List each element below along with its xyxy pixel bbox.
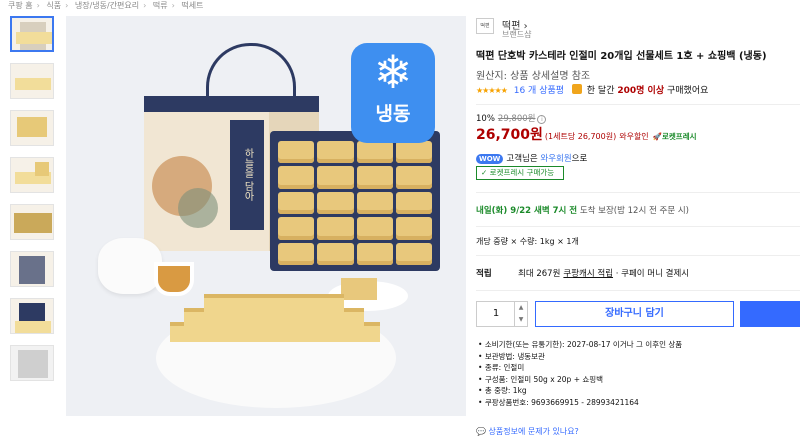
wow-member-row: WOW 고객님은 와우회원으로	[476, 152, 587, 164]
reward-amount: 최대 267원	[518, 269, 561, 279]
spec-item: 보관방법: 냉동보관	[478, 351, 682, 363]
bag-label: 하늘을 담아	[230, 120, 264, 230]
option-weight-quantity: 개당 중량 × 수량: 1kg × 1개	[476, 237, 579, 246]
breadcrumb: 쿠팡 홈 › 식품 › 냉장/냉동/간편요리 › 떡류 › 떡세트	[8, 1, 204, 10]
fire-icon	[571, 84, 582, 94]
breadcrumb-item[interactable]: 식품	[46, 1, 61, 10]
discount-rate: 10%	[476, 114, 495, 124]
final-price: 26,700원	[476, 127, 543, 143]
wow-badge: WOW	[476, 154, 504, 164]
buy-now-button[interactable]	[740, 301, 800, 327]
breadcrumb-item[interactable]: 냉장/냉동/간편요리	[75, 1, 139, 10]
thumbnail-6[interactable]	[10, 251, 54, 287]
rocket-fresh-available-badge[interactable]: ✓ 로켓프레시 구매가능	[476, 166, 564, 180]
frozen-label: 냉동	[375, 103, 411, 125]
thumbnail-1[interactable]	[10, 16, 54, 52]
delivery-info: 내일(화) 9/22 새벽 7시 전 도착 보장(밤 12시 전 주문 시)	[476, 204, 689, 216]
quantity-stepper[interactable]: 1 ▲ ▼	[476, 301, 528, 327]
report-issue-link[interactable]: 💬 상품정보에 문제가 있나요?	[476, 426, 579, 437]
quantity-input[interactable]: 1	[477, 302, 515, 326]
breadcrumb-item[interactable]: 떡류	[153, 1, 168, 10]
frozen-badge: ❄ 냉동	[351, 43, 435, 143]
snowflake-icon: ❄	[373, 45, 413, 99]
original-price: 29,800원	[497, 114, 536, 124]
quantity-down-icon[interactable]: ▼	[515, 314, 527, 326]
thumbnail-5[interactable]	[10, 204, 54, 240]
delivery-date: 내일(화) 9/22 새벽 7시 전	[476, 206, 578, 216]
rating-row: ★★★★★ 16 개 상품평 한 달간 200명 이상 구매했어요	[476, 83, 708, 96]
brand-shop-label[interactable]: 브랜드샵	[502, 29, 531, 40]
spec-item: 쿠팡상품번호: 9693669915 - 28993421164	[478, 397, 682, 409]
tea-kettle	[98, 238, 162, 294]
spec-item: 구성품: 인절미 50g x 20p + 쇼핑백	[478, 374, 682, 386]
thumbnail-4[interactable]	[10, 157, 54, 193]
spec-item: 소비기한(또는 유통기한): 2027-08-17 이거나 그 이후인 상품	[478, 339, 682, 351]
star-rating: ★★★★★	[476, 86, 508, 95]
thumbnail-2[interactable]	[10, 63, 54, 99]
spec-item: 총 중량: 1kg	[478, 385, 682, 397]
purchase-count: 한 달간 200명 이상 구매했어요	[586, 86, 709, 96]
coupang-cash-link[interactable]: 쿠팡캐시 적립	[563, 269, 613, 279]
reward-row: 적립 최대 267원 쿠팡캐시 적립 · 쿠페이 머니 결제시	[476, 267, 689, 279]
product-title: 떡편 단호박 카스테라 인절미 20개입 선물세트 1호 + 쇼핑백 (냉동)	[476, 51, 767, 62]
divider	[476, 226, 800, 227]
thumbnail-3[interactable]	[10, 110, 54, 146]
add-to-cart-button[interactable]: 장바구니 담기	[535, 301, 734, 327]
rocket-fresh-badge: 🚀로켓프레시	[652, 132, 697, 141]
quantity-up-icon[interactable]: ▲	[515, 302, 527, 314]
main-product-image: 하늘을 담아 ❄ 냉동	[66, 16, 466, 416]
tea-cup	[154, 262, 194, 296]
thumbnail-7[interactable]	[10, 298, 54, 334]
wow-discount-label: 와우할인	[619, 132, 649, 141]
unit-price: (1세트당 26,700원)	[544, 132, 617, 141]
brand-logo[interactable]: 떡편	[476, 18, 494, 34]
chat-icon: 💬	[476, 427, 486, 436]
reward-suffix: · 쿠페이 머니 결제시	[615, 269, 690, 279]
breadcrumb-item[interactable]: 떡세트	[181, 1, 203, 10]
divider	[476, 192, 800, 193]
gift-box	[270, 131, 440, 271]
review-count-link[interactable]: 16 개 상품평	[514, 86, 564, 96]
discount-row: 10% 29,800원 i	[476, 112, 547, 124]
product-spec-list: 소비기한(또는 유통기한): 2027-08-17 이거나 그 이후인 상품 보…	[478, 339, 682, 409]
reward-label: 적립	[476, 269, 492, 279]
thumbnail-8[interactable]	[10, 345, 54, 381]
wow-member-link[interactable]: 와우회원	[540, 154, 571, 164]
price-row: 26,700원 (1세트당 26,700원) 와우할인 🚀로켓프레시	[476, 124, 697, 144]
delivery-guarantee: 도착 보장	[579, 206, 614, 216]
origin-text: 원산지: 상품 상세설명 참조	[476, 71, 591, 82]
divider	[476, 104, 800, 105]
info-icon[interactable]: i	[537, 115, 547, 124]
divider	[476, 290, 800, 291]
divider	[476, 255, 800, 256]
breadcrumb-item[interactable]: 쿠팡 홈	[8, 1, 33, 10]
thumbnail-list	[10, 16, 56, 392]
spec-item: 종류: 인절미	[478, 362, 682, 374]
cake-pile	[170, 292, 380, 352]
delivery-note: (밤 12시 전 주문 시)	[613, 206, 689, 216]
